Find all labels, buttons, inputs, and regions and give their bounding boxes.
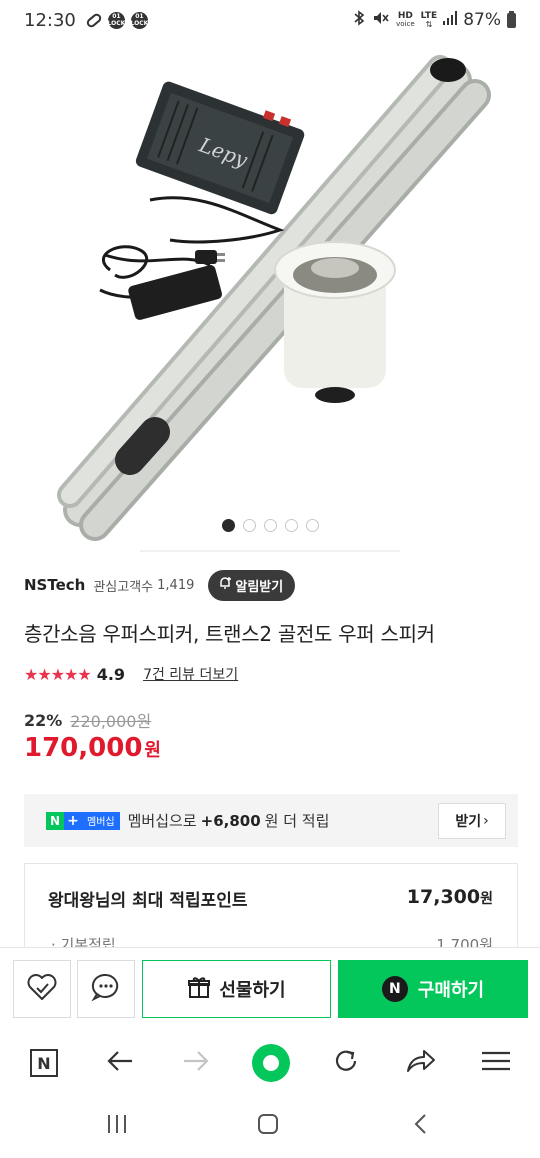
price-original-row: 22% 220,000원 <box>24 708 151 732</box>
gallery-dot[interactable] <box>263 519 277 532</box>
interest-label: 관심고객수 <box>93 579 154 595</box>
forward-button[interactable] <box>174 1043 218 1083</box>
refresh-icon <box>332 1047 360 1079</box>
status-bar: 12:30 01 LOCK 01 LOCK HD voice LTE ⇅ 87% <box>0 0 540 40</box>
gallery-dot[interactable] <box>305 519 319 532</box>
points-unit: 원 <box>480 891 493 907</box>
rating-value: 4.9 <box>96 664 126 684</box>
browser-toolbar: N <box>0 1029 540 1097</box>
mute-icon <box>372 10 390 30</box>
gallery-pagination <box>0 519 540 532</box>
hamburger-menu-icon <box>481 1050 511 1076</box>
points-value: 17,300 <box>406 886 481 908</box>
buy-button-label: 구매하기 <box>417 980 485 1001</box>
lock-badge-icon: 01 LOCK <box>130 11 149 29</box>
gallery-dot[interactable] <box>242 519 256 532</box>
product-title: 층간소음 우퍼스피커, 트랜스2 골전도 우퍼 스피커 <box>24 622 435 646</box>
buy-button[interactable]: N 구매하기 <box>338 960 528 1018</box>
system-back-button[interactable] <box>400 1111 440 1141</box>
back-button[interactable] <box>98 1043 142 1083</box>
membership-text-prefix: 멤버십으로 <box>127 812 197 830</box>
interest-count: 1,419 <box>157 577 195 593</box>
naver-n-icon: N <box>30 1049 58 1077</box>
share-icon <box>406 1048 436 1078</box>
menu-button[interactable] <box>474 1043 518 1083</box>
product-photo: Lepy <box>57 55 491 541</box>
battery-percent: 87% <box>463 10 501 30</box>
heart-check-icon <box>26 973 58 1005</box>
lock-badge-icon: 01 LOCK <box>107 11 126 29</box>
points-value-group: 17,300원 <box>407 886 493 908</box>
recent-apps-icon <box>106 1114 128 1138</box>
arrow-right-icon <box>182 1049 210 1077</box>
status-time: 12:30 <box>24 9 76 31</box>
membership-amount: +6,800 <box>200 811 261 830</box>
recent-apps-button[interactable] <box>97 1111 137 1141</box>
green-dot-icon <box>252 1044 290 1082</box>
gift-button-label: 선물하기 <box>219 980 286 1001</box>
data-arrows-icon: ⇅ <box>425 19 433 29</box>
bell-plus-icon <box>218 576 232 594</box>
seller-name[interactable]: NSTech <box>24 576 85 594</box>
voice-label: voice <box>396 20 415 28</box>
chevron-right-icon: › <box>483 812 489 829</box>
membership-text-suffix: 원 더 적립 <box>264 812 330 830</box>
receive-button-label: 받기 <box>455 813 482 830</box>
naver-pay-n-icon: N <box>381 976 408 1002</box>
points-basic-label: · 기본적립 <box>51 936 116 947</box>
home-button[interactable] <box>248 1111 288 1141</box>
gallery-dot-active[interactable] <box>221 519 235 532</box>
chevron-left-icon <box>412 1113 428 1139</box>
share-button[interactable] <box>399 1043 443 1083</box>
membership-banner: N + 멤버십 멤버십으로 +6,800 원 더 적립 받기 › <box>24 794 518 847</box>
naver-n-letter: N <box>37 1053 51 1073</box>
home-square-icon <box>257 1113 279 1139</box>
chat-bubble-icon <box>91 972 121 1006</box>
sale-price-row: 170,000 원 <box>24 733 161 763</box>
points-basic-value: 1,700원 <box>436 936 493 947</box>
original-price: 220,000원 <box>70 712 152 731</box>
sale-currency: 원 <box>144 740 161 761</box>
review-link[interactable]: 7건 리뷰 더보기 <box>143 664 238 684</box>
badge-text: 멤버십 <box>82 811 120 830</box>
points-card: 왕대왕님의 최대 적립포인트 17,300원 · 기본적립 1,700원 <box>24 863 518 947</box>
gift-button[interactable]: 선물하기 <box>142 960 331 1018</box>
receive-button[interactable]: 받기 › <box>438 802 506 839</box>
gallery-dot[interactable] <box>284 519 298 532</box>
system-navigation-bar <box>0 1097 540 1158</box>
talk-button[interactable] <box>77 960 135 1018</box>
signal-icon <box>443 11 458 29</box>
purchase-action-bar: 선물하기 N 구매하기 <box>0 947 540 1029</box>
badge-plus: + <box>64 811 82 830</box>
image-divider <box>140 550 400 552</box>
product-image[interactable]: Lepy <box>0 40 540 550</box>
badge-n: N <box>46 811 64 830</box>
points-title: 왕대왕님의 최대 적립포인트 <box>48 891 248 911</box>
bluetooth-icon <box>352 10 366 30</box>
alarm-button[interactable]: 알림받기 <box>208 569 296 601</box>
star-rating-icon: ★★★★★ <box>24 664 92 684</box>
naver-green-dot-button[interactable] <box>249 1043 293 1083</box>
battery-icon <box>507 10 516 28</box>
gift-icon <box>187 975 211 1004</box>
arrow-left-icon <box>106 1049 134 1077</box>
refresh-button[interactable] <box>324 1043 368 1083</box>
alarm-button-label: 알림받기 <box>235 579 284 595</box>
discount-rate: 22% <box>24 710 63 730</box>
naver-home-button[interactable]: N <box>22 1043 66 1083</box>
wishlist-button[interactable] <box>13 960 71 1018</box>
sale-price: 170,000 <box>24 733 143 763</box>
naver-plus-membership-badge: N + 멤버십 <box>46 811 120 830</box>
seller-row: NSTech 관심고객수 1,419 알림받기 <box>24 568 296 602</box>
rating-row: ★★★★★ 4.9 7건 리뷰 더보기 <box>24 664 238 684</box>
pill-icon <box>84 11 103 29</box>
